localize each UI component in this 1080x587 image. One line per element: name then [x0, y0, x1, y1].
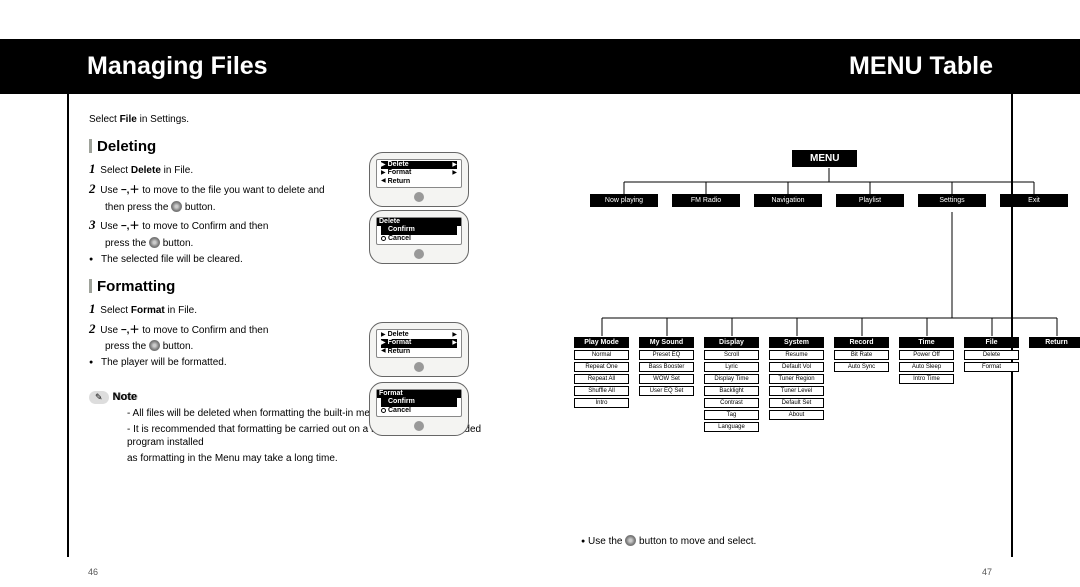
- m-button-icon: [625, 535, 636, 546]
- menu-l2-header: Return: [1029, 337, 1080, 348]
- menu-l1-box: FM Radio: [672, 194, 740, 207]
- header-right: MENU Table: [849, 52, 1011, 81]
- menu-l2-item: Power Off: [899, 350, 954, 360]
- m-button-icon: [414, 249, 424, 259]
- manual-spread: Managing Files MENU Table Select File in…: [0, 0, 1080, 587]
- menu-l2-item: Contrast: [704, 398, 759, 408]
- device-screen-3: ▶ Delete▶▶ Format▶◀ Return: [369, 322, 469, 377]
- menu-l2-item: Tuner Level: [769, 386, 824, 396]
- menu-l2-item: Format: [964, 362, 1019, 372]
- menu-l2-col: Record Bit Rate Auto Sync: [834, 337, 889, 434]
- header-left: Managing Files: [69, 52, 268, 81]
- m-button-icon: [149, 340, 160, 351]
- menu-l2-header: My Sound: [639, 337, 694, 348]
- device-screen-2: Delete Confirm Cancel: [369, 210, 469, 264]
- menu-l2-item: Normal: [574, 350, 629, 360]
- content-frame: Managing Files MENU Table Select File in…: [67, 60, 1013, 557]
- menu-l2-item: User EQ Set: [639, 386, 694, 396]
- menu-l2-item: Tag: [704, 410, 759, 420]
- menu-l2-col: Play Mode Normal Repeat One Repeat All Shuff…: [574, 337, 629, 434]
- page-number-left: 46: [88, 567, 98, 577]
- m-button-icon: [171, 201, 182, 212]
- menu-l1-box: Exit: [1000, 194, 1068, 207]
- menu-l2-item: Repeat One: [574, 362, 629, 372]
- intro-text: Select File in Settings.: [89, 113, 519, 126]
- formatting-step-1: 1 Select Format in File.: [89, 301, 519, 318]
- device-screen-4: Format Confirm Cancel: [369, 382, 469, 436]
- note-line-3: as formatting in the Menu may take a lon…: [89, 452, 519, 465]
- menu-l2-item: Intro: [574, 398, 629, 408]
- note-label: Note: [113, 391, 137, 403]
- page-number-right: 47: [982, 567, 992, 577]
- menu-level-1: Now playing FM Radio Navigation Playlist Set…: [559, 194, 1080, 207]
- device-screen-1: ▶ Delete▶▶ Format▶◀ Return: [369, 152, 469, 207]
- menu-l2-item: Lyric: [704, 362, 759, 372]
- menu-l1-box: Settings: [918, 194, 986, 207]
- menu-level-2: Play Mode Normal Repeat One Repeat All Shuff…: [559, 337, 1080, 434]
- legend: ● Use the button to move and select.: [581, 535, 756, 547]
- menu-l2-item: Display Time: [704, 374, 759, 384]
- menu-l2-item: Tuner Region: [769, 374, 824, 384]
- menu-l2-header: Play Mode: [574, 337, 629, 348]
- menu-l2-header: Record: [834, 337, 889, 348]
- menu-l2-item: Scroll: [704, 350, 759, 360]
- menu-l2-col: Return: [1029, 337, 1080, 434]
- menu-l2-item: Preset EQ: [639, 350, 694, 360]
- menu-l2-col: My Sound Preset EQ Bass Booster WOW Set User…: [639, 337, 694, 434]
- menu-l2-item: Repeat All: [574, 374, 629, 384]
- menu-l2-col: Time Power Off Auto Sleep Intro Time: [899, 337, 954, 434]
- menu-l2-col: Display Scroll Lyric Display Time Backlight C…: [704, 337, 759, 434]
- menu-l2-item: Bass Booster: [639, 362, 694, 372]
- menu-l2-item: Auto Sleep: [899, 362, 954, 372]
- menu-l2-header: Time: [899, 337, 954, 348]
- menu-l2-item: About: [769, 410, 824, 420]
- menu-l2-item: Resume: [769, 350, 824, 360]
- menu-l2-col: System Resume Default Vol Tuner Region Tuner…: [769, 337, 824, 434]
- m-button-icon: [414, 362, 424, 372]
- menu-l2-item: Intro Time: [899, 374, 954, 384]
- menu-l1-box: Now playing: [590, 194, 658, 207]
- menu-l2-item: Delete: [964, 350, 1019, 360]
- m-button-icon: [149, 237, 160, 248]
- menu-l1-box: Playlist: [836, 194, 904, 207]
- menu-l2-header: System: [769, 337, 824, 348]
- menu-l2-item: Auto Sync: [834, 362, 889, 372]
- menu-l2-item: Backlight: [704, 386, 759, 396]
- menu-l2-item: Bit Rate: [834, 350, 889, 360]
- note-icon: ✎: [89, 391, 109, 404]
- section-formatting: Formatting: [89, 278, 519, 295]
- menu-l2-item: WOW Set: [639, 374, 694, 384]
- menu-l2-item: Default Set: [769, 398, 824, 408]
- m-button-icon: [414, 421, 424, 431]
- menu-l2-item: Shuffle All: [574, 386, 629, 396]
- menu-l2-header: File: [964, 337, 1019, 348]
- menu-l2-item: Language: [704, 422, 759, 432]
- menu-l2-item: Default Vol: [769, 362, 824, 372]
- m-button-icon: [414, 192, 424, 202]
- menu-l1-box: Navigation: [754, 194, 822, 207]
- menu-l2-col: File Delete Format: [964, 337, 1019, 434]
- menu-l2-header: Display: [704, 337, 759, 348]
- menu-root-box: MENU: [792, 150, 857, 167]
